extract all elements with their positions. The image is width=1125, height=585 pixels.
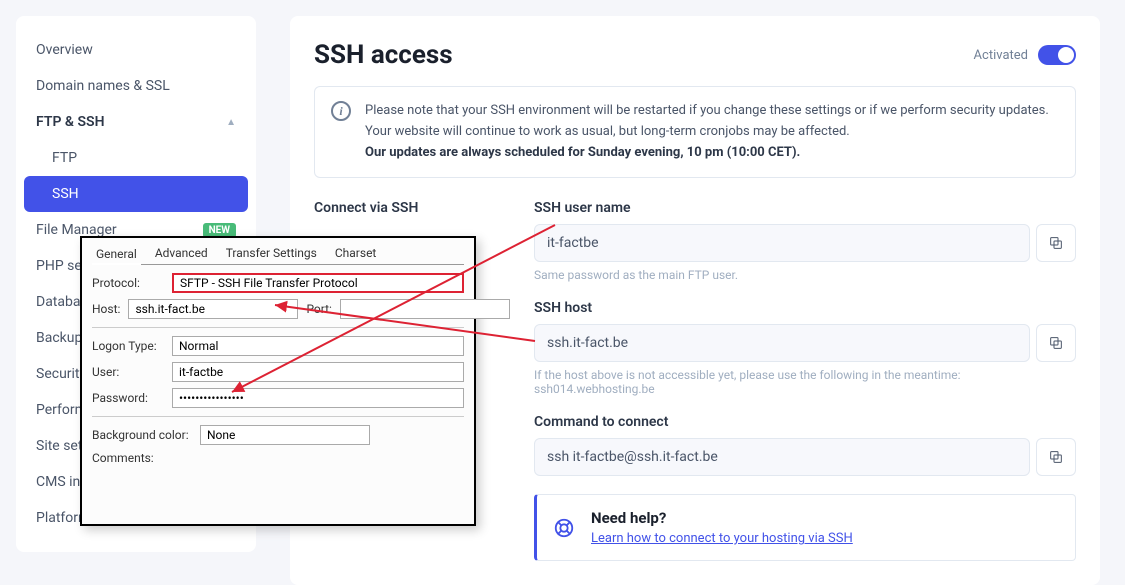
host-field: ssh.it-fact.be [534, 324, 1030, 362]
command-label: Command to connect [534, 414, 1076, 430]
username-field: it-factbe [534, 224, 1030, 262]
sidebar-item-ftp[interactable]: FTP [24, 140, 248, 176]
command-field: ssh it-factbe@ssh.it-fact.be [534, 438, 1030, 476]
dialog-password-input[interactable] [172, 388, 464, 408]
dialog-logon-label: Logon Type: [92, 339, 164, 353]
copy-username-button[interactable] [1036, 224, 1076, 262]
username-label: SSH user name [534, 200, 1076, 216]
info-icon: i [331, 101, 351, 121]
help-box: Need help? Learn how to connect to your … [534, 494, 1076, 561]
dialog-logon-select[interactable] [172, 336, 464, 356]
dialog-host-input[interactable] [128, 299, 298, 319]
sidebar-item-overview[interactable]: Overview [24, 32, 248, 68]
help-link[interactable]: Learn how to connect to your hosting via… [591, 531, 853, 546]
info-box: i Please note that your SSH environment … [314, 86, 1076, 178]
copy-icon [1048, 449, 1064, 465]
sidebar-item-ssh[interactable]: SSH [24, 176, 248, 212]
dialog-protocol-label: Protocol: [92, 276, 164, 290]
dialog-port-input[interactable] [340, 299, 510, 319]
host-label: SSH host [534, 300, 1076, 316]
dialog-tab-transfer[interactable]: Transfer Settings [222, 244, 321, 264]
connect-via-label: Connect via SSH [314, 200, 494, 216]
copy-host-button[interactable] [1036, 324, 1076, 362]
dialog-user-label: User: [92, 365, 164, 379]
help-title: Need help? [591, 509, 853, 527]
info-text: Please note that your SSH environment wi… [365, 103, 1049, 139]
chevron-up-icon: ▲ [226, 117, 236, 128]
host-hint: If the host above is not accessible yet,… [534, 368, 1076, 396]
page-title: SSH access [314, 40, 453, 70]
copy-icon [1048, 335, 1064, 351]
info-bold: Our updates are always scheduled for Sun… [365, 145, 800, 160]
dialog-password-label: Password: [92, 391, 164, 405]
filezilla-dialog: General Advanced Transfer Settings Chars… [80, 236, 476, 526]
dialog-protocol-input[interactable] [172, 273, 464, 293]
dialog-tab-advanced[interactable]: Advanced [151, 244, 212, 264]
activated-toggle[interactable] [1038, 45, 1076, 65]
activated-label: Activated [974, 48, 1028, 63]
dialog-user-input[interactable] [172, 362, 464, 382]
copy-command-button[interactable] [1036, 438, 1076, 476]
copy-icon [1048, 235, 1064, 251]
dialog-comments-label: Comments: [92, 451, 164, 465]
sidebar-item-ftpssh[interactable]: FTP & SSH▲ [24, 104, 248, 140]
dialog-tab-charset[interactable]: Charset [331, 244, 381, 264]
username-hint: Same password as the main FTP user. [534, 268, 1076, 282]
sidebar-item-domains[interactable]: Domain names & SSL [24, 68, 248, 104]
dialog-bg-label: Background color: [92, 428, 192, 442]
life-ring-icon [553, 517, 575, 539]
dialog-bg-select[interactable] [200, 425, 370, 445]
dialog-tab-general[interactable]: General [92, 245, 141, 265]
dialog-host-label: Host: [92, 302, 120, 316]
dialog-port-label: Port: [306, 302, 332, 316]
